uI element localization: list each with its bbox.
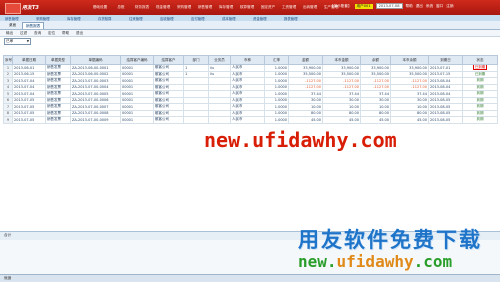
brand-url-part: .com — [413, 252, 453, 271]
help-link[interactable]: 帮助 — [406, 4, 413, 9]
status-text: 已到期 — [474, 71, 486, 76]
column-header[interactable]: 余额 — [360, 55, 391, 65]
status-select-value: 已审 — [6, 39, 14, 43]
exit-button[interactable]: 退出 — [76, 30, 83, 36]
logout-link[interactable]: 注销 — [446, 4, 453, 9]
table-cell: 人民币 — [230, 116, 265, 124]
menu-item[interactable]: 基础设置 — [90, 5, 110, 10]
help-button[interactable]: 帮助 — [62, 30, 69, 36]
brand-url-part: new. — [298, 252, 337, 271]
table-cell: 9 — [3, 116, 13, 124]
column-header[interactable]: 汇率 — [264, 55, 289, 65]
watermark-url: new.ufidawhy.com — [204, 128, 397, 152]
status-text: 到期 — [476, 84, 484, 89]
table-cell: 45.00 — [360, 116, 391, 124]
table-header-row: 序号 单据日期 单据类型 单据编码 结算客户编码 结算客户 部门 业务员 币种 … — [3, 55, 498, 65]
table-row[interactable]: 9 2013-07-05 销售发票 ZA-2013-07-00-0009 00001 散客… — [3, 116, 498, 124]
column-header[interactable]: 结算客户编码 — [120, 55, 154, 65]
menu-item[interactable]: 核算管理 — [237, 5, 257, 10]
column-header[interactable]: 金额 — [288, 55, 323, 65]
toolbar: 输出 过滤 查询 定位 帮助 退出 — [0, 30, 500, 37]
top-menu: 基础设置 总账 财务报表 现金管理 采购管理 销售管理 库存管理 核算管理 固定… — [90, 5, 341, 10]
menu-item[interactable]: 出纳管理 — [300, 5, 320, 10]
summary-label: 合计 — [4, 233, 12, 237]
tab-strip — [0, 21, 500, 30]
menu-item[interactable]: 财务报表 — [132, 5, 152, 10]
column-header[interactable]: 单据日期 — [12, 55, 46, 65]
app-title: 用友T3 — [22, 5, 39, 11]
tab-desktop[interactable]: 桌面 — [6, 22, 19, 28]
menu-item[interactable]: 总账 — [111, 5, 131, 10]
table-cell: 45.00 — [390, 116, 429, 124]
column-header[interactable]: 单据类型 — [45, 55, 71, 65]
column-header[interactable]: 序号 — [3, 55, 13, 65]
table-cell — [208, 116, 231, 124]
table-cell: 销售发票 — [45, 116, 71, 124]
system-link[interactable]: 系统 — [426, 4, 433, 9]
exit-link[interactable]: 退出 — [416, 4, 423, 9]
top-status: 【演示账套】 用户001 2013-07-08 帮助 退出 系统 窗口 注销 — [330, 3, 453, 9]
status-text: 已到期 — [472, 65, 488, 71]
table-cell: 2013-07-05 — [12, 116, 46, 124]
menu-item[interactable]: 现金管理 — [153, 5, 173, 10]
status-select[interactable]: 已审 ▼ — [4, 38, 31, 45]
column-header[interactable]: 业务员 — [208, 55, 231, 65]
filter-bar: 已审 ▼ — [0, 37, 500, 45]
brand-url-part: ufidawhy — [336, 252, 414, 271]
report-table: 序号 单据日期 单据类型 单据编码 结算客户编码 结算客户 部门 业务员 币种 … — [3, 55, 498, 124]
menu-item[interactable]: 销售管理 — [195, 5, 215, 10]
column-header[interactable]: 单据编码 — [70, 55, 121, 65]
window-link[interactable]: 窗口 — [436, 4, 443, 9]
table-cell: 1.0000 — [264, 116, 289, 124]
brand-slogan: 用友软件免费下载 — [298, 228, 482, 252]
column-header[interactable]: 本币金额 — [322, 55, 361, 65]
table-cell — [183, 116, 209, 124]
table-cell: 45.00 — [322, 116, 361, 124]
account-label: 【演示账套】 — [330, 3, 352, 8]
brand-url: new.ufidawhy.com — [298, 252, 452, 271]
login-date: 2013-07-08 — [375, 3, 403, 9]
chevron-down-icon: ▼ — [26, 39, 29, 43]
menu-item[interactable]: 工资管理 — [279, 5, 299, 10]
column-header[interactable]: 本币余额 — [390, 55, 429, 65]
table-cell: 散客公司 — [153, 116, 184, 124]
tab-sales-report[interactable]: 销售报表 — [22, 22, 45, 29]
table-cell: 00001 — [120, 116, 154, 124]
column-header[interactable]: 状态 — [462, 55, 498, 65]
status-text: 到期 — [476, 104, 484, 109]
output-button[interactable]: 输出 — [6, 30, 13, 36]
table-cell: 2013-08-05 — [428, 116, 463, 124]
status-text: 到期 — [476, 110, 484, 115]
app-logo — [5, 3, 21, 14]
column-header[interactable]: 币种 — [230, 55, 265, 65]
column-header[interactable]: 结算客户 — [153, 55, 184, 65]
query-button[interactable]: 查询 — [34, 30, 41, 36]
user-badge: 用户001 — [354, 3, 373, 9]
status-text: 到期 — [476, 97, 484, 102]
menu-item[interactable]: 库存管理 — [216, 5, 236, 10]
status-text: 到期 — [476, 78, 484, 83]
column-header[interactable]: 部门 — [183, 55, 209, 65]
locate-button[interactable]: 定位 — [48, 30, 55, 36]
table-cell: 到期 — [462, 116, 498, 124]
table-cell: ZA-2013-07-00-0009 — [70, 116, 121, 124]
menu-item[interactable]: 采购管理 — [174, 5, 194, 10]
column-header[interactable]: 到期日 — [428, 55, 463, 65]
table-cell: 45.00 — [288, 116, 323, 124]
app-title-bar: 用友T3 基础设置 总账 财务报表 现金管理 采购管理 销售管理 库存管理 核算… — [0, 0, 500, 15]
status-text: 到期 — [476, 91, 484, 96]
status-text: 到期 — [476, 117, 484, 122]
filter-button[interactable]: 过滤 — [20, 30, 27, 36]
menu-item[interactable]: 固定资产 — [258, 5, 278, 10]
